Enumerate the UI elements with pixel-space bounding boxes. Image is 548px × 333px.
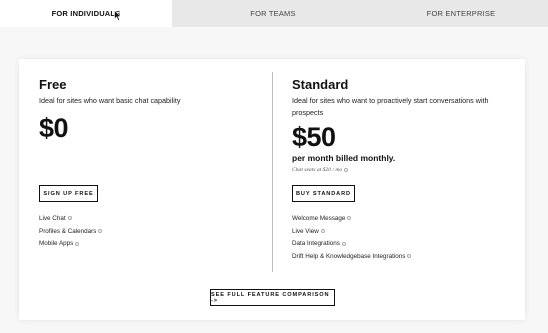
pricing-card: Free Ideal for sites who want basic chat… (19, 59, 525, 320)
free-plan-name: Free (39, 77, 67, 92)
standard-plan-description: Ideal for sites who want to proactively … (292, 96, 489, 117)
feature-item: Data Integrations (292, 238, 411, 251)
mouse-cursor-icon (114, 10, 122, 21)
standard-billing-note: per month billed monthly. (292, 153, 396, 163)
feature-item: Mobile Apps (39, 238, 102, 251)
info-icon[interactable] (75, 241, 80, 246)
standard-plan-price: $50 (292, 122, 336, 152)
info-icon[interactable] (344, 167, 349, 172)
plan-type-tabs: FOR INDIVIDUALS FOR TEAMS FOR ENTERPRISE (0, 0, 548, 27)
feature-comparison-button[interactable]: SEE FULL FEATURE COMPARISON -> (210, 289, 335, 306)
info-icon[interactable] (347, 216, 352, 221)
feature-item: Live View (292, 226, 411, 239)
sign-up-free-button[interactable]: SIGN UP FREE (39, 185, 98, 202)
chat-seats-note: Chat seats at $20 / mo (292, 167, 517, 173)
info-icon[interactable] (98, 229, 103, 234)
info-icon[interactable] (67, 216, 72, 221)
standard-feature-list: Welcome Message Live View Data Integrati… (292, 213, 412, 264)
buy-standard-button[interactable]: BUY STANDARD (292, 185, 355, 202)
free-plan: Free Ideal for sites who want basic chat… (39, 77, 259, 143)
standard-plan-name: Standard (292, 77, 349, 92)
tab-for-enterprise[interactable]: FOR ENTERPRISE (374, 0, 548, 27)
feature-item: Drift Help & Knowledgebase Integrations (292, 251, 412, 264)
tab-for-individuals[interactable]: FOR INDIVIDUALS (0, 0, 172, 27)
feature-item: Profiles & Calendars (39, 226, 103, 239)
info-icon[interactable] (320, 229, 325, 234)
info-icon[interactable] (407, 254, 412, 259)
info-icon[interactable] (341, 241, 346, 246)
free-feature-list: Live Chat Profiles & Calendars Mobile Ap… (39, 213, 103, 251)
tab-for-teams[interactable]: FOR TEAMS (172, 0, 374, 27)
free-plan-price: $0 (39, 113, 69, 143)
free-plan-description: Ideal for sites who want basic chat capa… (39, 96, 181, 105)
plan-divider (272, 72, 273, 272)
standard-plan: Standard Ideal for sites who want to pro… (292, 77, 517, 173)
feature-item: Welcome Message (292, 213, 411, 226)
feature-item: Live Chat (39, 213, 102, 226)
